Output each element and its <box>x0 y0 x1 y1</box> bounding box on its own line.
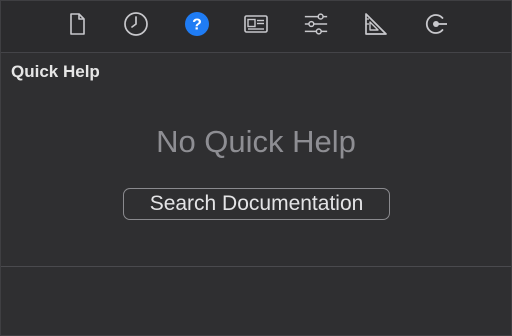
divider <box>1 266 511 267</box>
connections-icon[interactable] <box>423 11 449 37</box>
quick-help-inspector: ? Quick Help No Quick Help Search Docume… <box>0 0 512 336</box>
empty-state-message: No Quick Help <box>156 124 356 159</box>
section-title: Quick Help <box>11 62 100 81</box>
quick-help-icon[interactable]: ? <box>184 11 210 37</box>
inspector-toolbar: ? <box>1 1 511 53</box>
search-documentation-button[interactable]: Search Documentation <box>123 188 390 220</box>
quick-help-glyph: ? <box>192 17 202 34</box>
size-ruler-icon[interactable] <box>363 11 389 37</box>
identity-inspector-icon[interactable] <box>243 11 269 37</box>
history-clock-icon[interactable] <box>123 11 149 37</box>
attributes-sliders-icon[interactable] <box>303 11 329 37</box>
file-inspector-icon[interactable] <box>64 11 90 37</box>
